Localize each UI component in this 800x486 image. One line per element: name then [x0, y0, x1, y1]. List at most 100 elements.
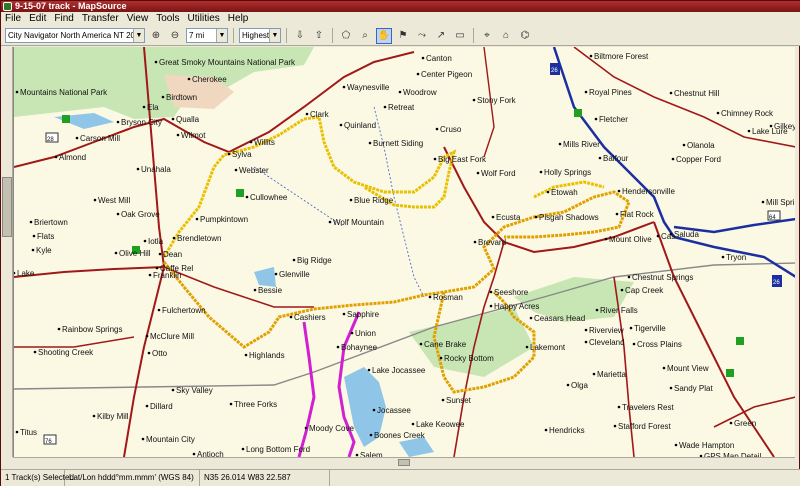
map-view[interactable]: 26 26 28 64 76 Great Smoky Mountains Nat…: [13, 47, 795, 457]
menu-view[interactable]: View: [127, 12, 149, 26]
chevron-down-icon: ▼: [216, 29, 227, 42]
place-label: Mount Olive: [609, 235, 652, 244]
place-label: Kilby Mill: [97, 412, 129, 421]
place-dot: [147, 351, 151, 355]
place-label: Tryon: [726, 253, 746, 262]
place-dot: [476, 171, 480, 175]
place-dot: [336, 345, 340, 349]
menu-transfer[interactable]: Transfer: [82, 12, 119, 26]
place-dot: [143, 239, 147, 243]
place-label: Kyle: [36, 246, 52, 255]
place-dot: [489, 304, 493, 308]
map-canvas[interactable]: 26 26 28 64 76 Great Smoky Mountains Nat…: [14, 47, 795, 457]
place-label: Chestnut Springs: [632, 273, 693, 282]
zoom-out-icon[interactable]: ⊖: [167, 28, 183, 44]
place-label: Unahala: [141, 165, 171, 174]
place-dot: [558, 142, 562, 146]
place-dot: [716, 111, 720, 115]
route-tool-icon[interactable]: ⤳: [414, 28, 430, 44]
menu-find[interactable]: Find: [54, 12, 73, 26]
waypoint-tool-icon[interactable]: ⚑: [395, 28, 411, 44]
menu-utilities[interactable]: Utilities: [188, 12, 220, 26]
place-label: Antioch: [197, 450, 224, 457]
place-label: Sylva: [232, 150, 252, 159]
menu-bar: File Edit Find Transfer View Tools Utilities He…: [1, 12, 800, 26]
detail-select[interactable]: Highest ▼: [239, 28, 281, 43]
svg-text:26: 26: [551, 68, 558, 74]
place-label: Highlands: [249, 351, 285, 360]
place-dot: [598, 156, 602, 160]
place-label: Lake Jocassee: [372, 366, 426, 375]
place-label: Bessie: [258, 286, 283, 295]
place-dot: [92, 414, 96, 418]
place-dot: [584, 90, 588, 94]
place-dot: [589, 54, 593, 58]
place-dot: [594, 117, 598, 121]
zoom-tool-icon[interactable]: ⌕: [357, 28, 373, 44]
place-label: Chimney Rock: [721, 109, 774, 118]
receive-from-device-icon[interactable]: ⇩: [292, 28, 308, 44]
place-label: Center Pigeon: [421, 70, 472, 79]
place-dot: [54, 155, 58, 159]
place-label: Boones Creek: [374, 431, 426, 440]
place-dot: [145, 334, 149, 338]
send-to-device-icon[interactable]: ⇧: [311, 28, 327, 44]
place-label: Mountain City: [146, 435, 195, 444]
find-nearby-icon[interactable]: ⌬: [517, 28, 533, 44]
zoom-level-select[interactable]: 7 mi ▼: [186, 28, 228, 43]
vertical-scrollbar[interactable]: [1, 47, 13, 457]
place-dot: [421, 56, 425, 60]
place-dot: [161, 95, 165, 99]
scroll-thumb[interactable]: [398, 459, 410, 466]
zoom-in-icon[interactable]: ⊕: [148, 28, 164, 44]
find-icon[interactable]: ⌖: [479, 28, 495, 44]
svg-text:28: 28: [47, 137, 54, 143]
place-label: Moody Cove: [309, 424, 354, 433]
horizontal-scrollbar[interactable]: [13, 457, 795, 467]
place-label: Sandy Plat: [674, 384, 713, 393]
place-label: Titus: [20, 428, 37, 437]
place-label: Olanola: [687, 141, 715, 150]
place-label: Shooting Creek: [38, 348, 94, 357]
place-dot: [289, 315, 293, 319]
place-label: Iotla: [148, 237, 164, 246]
place-label: Mount View: [667, 364, 709, 373]
menu-file[interactable]: File: [5, 12, 21, 26]
place-label: River Falls: [600, 306, 638, 315]
place-label: Pisgah Shadows: [539, 213, 599, 222]
place-dot: [544, 428, 548, 432]
place-dot: [489, 290, 493, 294]
place-dot: [244, 353, 248, 357]
place-dot: [171, 117, 175, 121]
selection-tool-icon[interactable]: ⬠: [338, 28, 354, 44]
place-label: Rocky Bottom: [444, 354, 494, 363]
place-label: Cashiers: [294, 313, 326, 322]
place-dot: [15, 90, 19, 94]
place-dot: [529, 316, 533, 320]
place-label: Bryson City: [121, 118, 162, 127]
map-product-select[interactable]: City Navigator North America NT 2008 ▼: [5, 28, 145, 43]
track-tool-icon[interactable]: ↗: [433, 28, 449, 44]
place-dot: [369, 433, 373, 437]
place-label: Union: [355, 329, 376, 338]
place-dot: [433, 157, 437, 161]
place-dot: [172, 236, 176, 240]
place-label: Mill Spring: [766, 198, 795, 207]
hand-tool-icon[interactable]: ✋: [376, 27, 392, 44]
menu-help[interactable]: Help: [228, 12, 249, 26]
place-label: Balfour: [603, 154, 629, 163]
scroll-thumb[interactable]: [2, 177, 12, 237]
place-dot: [441, 398, 445, 402]
place-dot: [234, 168, 238, 172]
menu-tools[interactable]: Tools: [156, 12, 179, 26]
place-label: Fletcher: [599, 115, 628, 124]
place-label: Burnett Siding: [373, 139, 423, 148]
status-empty: [330, 470, 800, 486]
place-dot: [229, 402, 233, 406]
place-dot: [158, 252, 162, 256]
find-places-icon[interactable]: ⌂: [498, 28, 514, 44]
place-dot: [176, 133, 180, 137]
place-label: Ceasars Head: [534, 314, 585, 323]
menu-edit[interactable]: Edit: [29, 12, 46, 26]
measure-tool-icon[interactable]: ▭: [452, 28, 468, 44]
